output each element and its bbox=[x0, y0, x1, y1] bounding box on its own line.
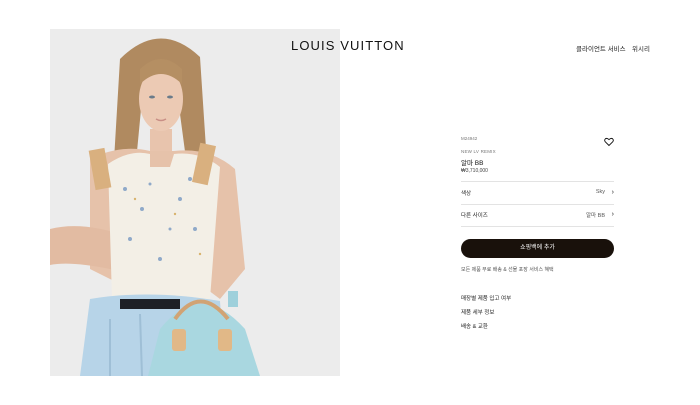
product-collection: NEW LV REMIX bbox=[461, 149, 496, 154]
model-with-bag-illustration bbox=[50, 29, 340, 376]
product-price: ₩3,710,000 bbox=[461, 168, 488, 174]
product-sku: M24942 bbox=[461, 136, 478, 141]
color-selector[interactable]: 색상 Sky › bbox=[461, 187, 614, 199]
size-label: 다른 사이즈 bbox=[461, 213, 488, 219]
divider bbox=[461, 226, 614, 227]
color-label: 색상 bbox=[461, 191, 472, 197]
add-to-cart-button[interactable]: 쇼핑백에 추가 bbox=[461, 239, 614, 258]
size-value: 알마 BB bbox=[586, 213, 605, 219]
store-availability-link[interactable]: 매장별 제품 입고 여부 bbox=[461, 294, 511, 302]
divider bbox=[461, 181, 614, 182]
brand-logo[interactable]: LOUIS VUITTON bbox=[291, 38, 405, 53]
delivery-returns-link[interactable]: 배송 & 교환 bbox=[461, 322, 488, 330]
chevron-right-icon: › bbox=[611, 211, 614, 218]
product-name: 알마 BB bbox=[461, 160, 484, 167]
client-services-link[interactable]: 클라이언트 서비스 bbox=[576, 43, 626, 53]
shipping-note: 모든 제품 무료 배송 & 선물 포장 서비스 혜택 bbox=[461, 267, 554, 273]
product-hero-image bbox=[50, 29, 340, 376]
heart-icon[interactable] bbox=[604, 134, 614, 147]
product-details-link[interactable]: 제품 세부 정보 bbox=[461, 308, 494, 316]
wishlist-link[interactable]: 위시리 bbox=[632, 43, 650, 53]
divider bbox=[461, 204, 614, 205]
chevron-right-icon: › bbox=[611, 189, 614, 196]
size-selector[interactable]: 다른 사이즈 알마 BB › bbox=[461, 209, 614, 221]
color-value: Sky bbox=[595, 189, 605, 195]
